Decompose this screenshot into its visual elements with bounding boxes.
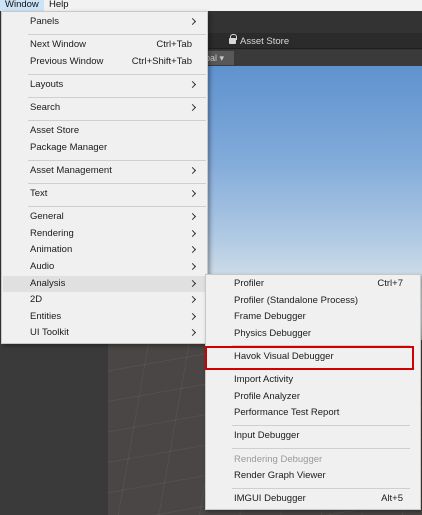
window-menu: Panels Next Window Ctrl+Tab Previous Wind…	[1, 11, 208, 344]
chevron-right-icon	[188, 17, 197, 26]
menu-item-search[interactable]: Search	[3, 100, 206, 116]
menu-item-entities[interactable]: Entities	[3, 309, 206, 325]
menu-item-import-activity[interactable]: Import Activity	[207, 372, 419, 388]
lock-icon	[229, 34, 237, 44]
chevron-right-icon	[188, 166, 197, 175]
highlight-outline	[205, 346, 414, 370]
menu-separator	[28, 120, 206, 121]
menu-separator	[28, 160, 206, 161]
chevron-right-icon	[188, 212, 197, 221]
menu-item-profiler-standalone[interactable]: Profiler (Standalone Process)	[207, 293, 419, 309]
analysis-submenu: Profiler Ctrl+7 Profiler (Standalone Proc…	[205, 274, 421, 510]
menu-item-imgui-debugger[interactable]: IMGUI Debugger Alt+5	[207, 491, 419, 507]
menu-item-ui-toolkit[interactable]: UI Toolkit	[3, 325, 206, 341]
menu-item-frame-debugger[interactable]: Frame Debugger	[207, 309, 419, 325]
tab-asset-store[interactable]: Asset Store	[229, 34, 289, 47]
menu-separator	[28, 206, 206, 207]
menu-separator	[28, 74, 206, 75]
menu-separator	[28, 97, 206, 98]
menu-item-input-debugger[interactable]: Input Debugger	[207, 428, 419, 444]
chevron-right-icon	[188, 229, 197, 238]
menubar-window[interactable]: Window	[0, 0, 44, 11]
chevron-right-icon	[188, 312, 197, 321]
menu-item-asset-management[interactable]: Asset Management	[3, 163, 206, 179]
menu-item-text[interactable]: Text	[3, 186, 206, 202]
menu-item-asset-store[interactable]: Asset Store	[3, 123, 206, 139]
menu-item-layouts[interactable]: Layouts	[3, 77, 206, 93]
menu-item-render-graph-viewer[interactable]: Render Graph Viewer	[207, 468, 419, 484]
chevron-right-icon	[188, 245, 197, 254]
menu-item-general[interactable]: General	[3, 209, 206, 225]
menu-item-profile-analyzer[interactable]: Profile Analyzer	[207, 389, 419, 405]
chevron-right-icon	[188, 80, 197, 89]
scene-toolbar	[205, 50, 422, 66]
menu-item-performance-test-report[interactable]: Performance Test Report	[207, 405, 419, 421]
chevron-right-icon	[188, 279, 197, 288]
menubar-help[interactable]: Help	[44, 0, 74, 11]
chevron-right-icon	[188, 328, 197, 337]
menu-item-package-manager[interactable]: Package Manager	[3, 140, 206, 156]
menu-separator	[28, 34, 206, 35]
menu-item-next-window[interactable]: Next Window Ctrl+Tab	[3, 37, 206, 53]
chevron-right-icon	[188, 262, 197, 271]
menu-item-physics-debugger[interactable]: Physics Debugger	[207, 326, 419, 342]
menu-item-animation[interactable]: Animation	[3, 242, 206, 258]
menubar: Window Help	[0, 0, 422, 11]
menu-separator	[28, 183, 206, 184]
menu-item-profiler[interactable]: Profiler Ctrl+7	[207, 276, 419, 292]
menu-item-rendering-debugger: Rendering Debugger	[234, 454, 323, 465]
menu-item-panels[interactable]: Panels	[3, 14, 206, 30]
menu-item-previous-window[interactable]: Previous Window Ctrl+Shift+Tab	[3, 54, 206, 70]
hierarchy-panel	[0, 342, 108, 515]
menu-item-2d[interactable]: 2D	[3, 292, 206, 308]
chevron-right-icon	[188, 189, 197, 198]
menu-item-analysis[interactable]: Analysis	[3, 276, 206, 292]
menu-separator	[232, 488, 410, 489]
menu-item-rendering[interactable]: Rendering	[3, 226, 206, 242]
chevron-right-icon	[188, 295, 197, 304]
chevron-right-icon	[188, 103, 197, 112]
menu-separator	[232, 448, 410, 449]
menu-separator	[232, 425, 410, 426]
menu-item-audio[interactable]: Audio	[3, 259, 206, 275]
